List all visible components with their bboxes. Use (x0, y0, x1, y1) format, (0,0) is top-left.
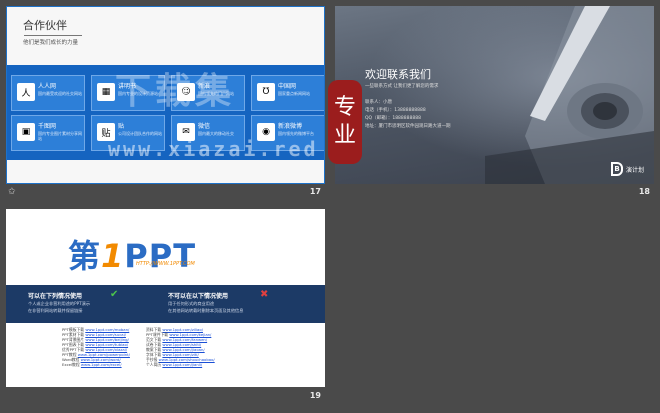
seal-char-1: 专 (333, 95, 356, 120)
renren-icon: 人 (17, 83, 35, 101)
cross-icon: ✖ (260, 289, 269, 300)
airplane-wing-image (485, 6, 654, 184)
link-url[interactable]: www.1ppt.com/jianli/ (162, 362, 202, 367)
slide-number: 18 (638, 187, 650, 196)
can-use-item: 在非营利网站转载并保留链接 (28, 308, 83, 313)
partner-name: 中国网 (278, 83, 297, 90)
partner-name: 千图网 (38, 123, 57, 130)
brand-main: 第 (68, 237, 102, 275)
cannot-use-title: 不可以在以下情况使用 (168, 293, 229, 300)
contact-person: 联系人：小唐 (365, 100, 392, 105)
colorful-app-icon: ▦ (97, 83, 115, 101)
title-underline (24, 35, 82, 36)
animation-star-icon[interactable]: ✩ (8, 187, 16, 197)
link-label: 个人简历 (146, 362, 162, 367)
link-row: Excel教程 www.1ppt.com/excel/ (62, 362, 130, 367)
brand-url: HTTP://WWW.1PPT.COM (136, 261, 195, 267)
partner-name: 微信 (198, 123, 211, 130)
slide-19-thumbnail[interactable]: 第1PPT HTTP://WWW.1PPT.COM 可以在下列情况使用 ✔ 个人… (6, 209, 325, 387)
partner-card[interactable]: ▣ 千图网 国内专业图片素材分享网站 (11, 115, 85, 151)
partner-desc: 国内专业图片素材分享网站 (38, 131, 82, 141)
link-row: 个人简历 www.1ppt.com/jianli/ (146, 362, 215, 367)
seal-char-2: 业 (333, 123, 356, 148)
green-square-icon: ▣ (17, 123, 35, 141)
partner-name: 新浪微博 (278, 123, 303, 130)
partner-desc: 国家重点新闻网站 (278, 91, 310, 96)
brand-logo: B 演计划 (610, 162, 644, 176)
brand-logo-text: 演计划 (625, 166, 644, 174)
slide-number: 17 (309, 187, 321, 196)
brand-1ppt-logo: 第1PPT (68, 231, 196, 277)
slide-number: 19 (309, 391, 321, 400)
contact-phone: 电话（手机）：13888888888 (365, 108, 426, 113)
can-use-item: 个人或企业非营利用途的PPT演示 (28, 301, 91, 306)
contact-address: 地址：厦门市思明区软件园观日路大道一期 (365, 124, 451, 129)
watermark-text: 下载集 (115, 70, 236, 112)
slide-18-thumbnail[interactable]: 欢迎联系我们 一些联系方式 让我们更了解您的需求 联系人：小唐 电话（手机）：1… (335, 6, 654, 184)
link-url[interactable]: www.1ppt.com/excel/ (81, 362, 122, 367)
slide-18-footer: 18 (335, 187, 654, 201)
links-right-column: 资料下载 www.1ppt.com/ziliao/PPT课件下载 www.1pp… (146, 327, 215, 367)
cup-icon: Ʊ (257, 83, 275, 101)
slide-19-footer: 19 (6, 391, 325, 405)
partner-card[interactable]: 人人人网 国内最受欢迎的社交网站 (11, 75, 85, 111)
slide-17-title: 合作伙伴 (23, 19, 67, 32)
partner-desc: 国内领先的微博平台 (278, 131, 314, 136)
slide-17-footer: ✩ 17 (6, 187, 325, 201)
partner-desc: 国内最受欢迎的社交网站 (38, 91, 82, 96)
link-label: Excel教程 (62, 362, 80, 367)
slide-18-subtitle: 一些联系方式 让我们更了解您的需求 (365, 84, 439, 89)
cannot-use-item: 用于任何形式的商业用途 (168, 301, 215, 306)
check-icon: ✔ (110, 289, 119, 300)
partner-name: 人人网 (38, 83, 57, 90)
b-logo-icon: B (610, 162, 623, 176)
links-left-column: PPT模板下载 www.1ppt.com/moban/PPT素材下载 www.1… (62, 327, 130, 367)
watermark-url: www.xiazai.red (108, 137, 319, 161)
partner-desc: 国内最大的移动社交 (198, 131, 234, 136)
brand-tail: PPT (124, 237, 197, 275)
partner-desc: 公司设计团队合作的网站 (118, 131, 162, 136)
cannot-use-item: 在其他网站转载时删除本页面及其他信息 (168, 308, 244, 313)
partner-card[interactable]: Ʊ 中国网 国家重点新闻网站 (251, 75, 324, 111)
slide-18-title: 欢迎联系我们 (365, 68, 431, 81)
partner-name: 贴 (118, 123, 125, 130)
slide-17-subtitle: 他们是我们成长的力量 (23, 40, 79, 46)
brand-one: 1 (101, 237, 125, 275)
can-use-title: 可以在下列情况使用 (28, 293, 83, 300)
contact-qq: QQ（邮箱）：1888888888 (365, 116, 421, 121)
watermark-seal: 专 业 (328, 80, 362, 164)
